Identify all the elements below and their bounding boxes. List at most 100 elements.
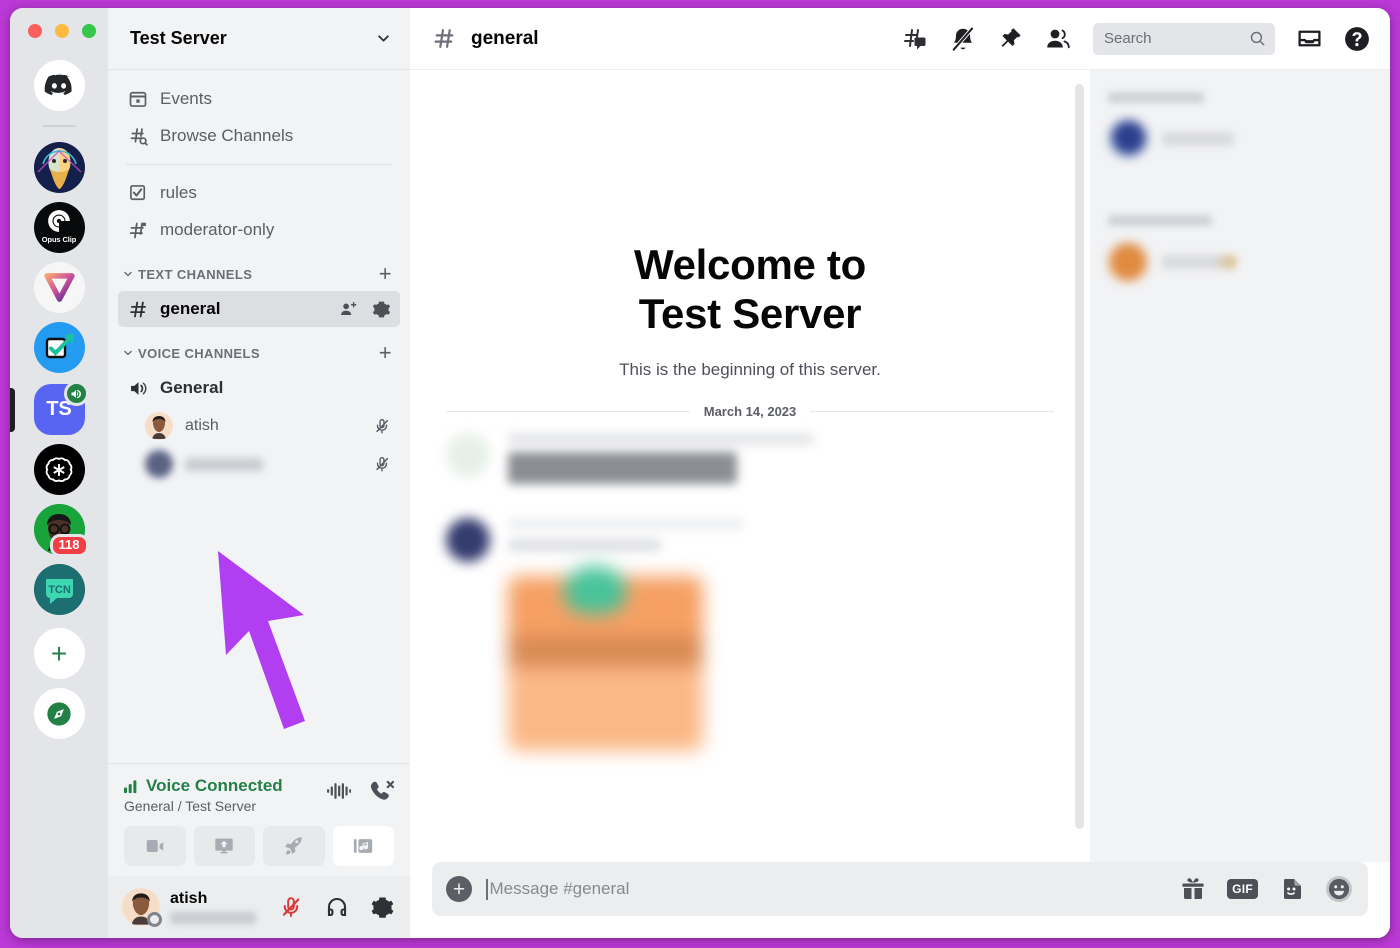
calendar-icon — [127, 88, 149, 110]
noise-suppression-icon[interactable] — [327, 781, 351, 801]
server-rail-item[interactable]: TCN — [10, 564, 108, 615]
server-verge-icon[interactable] — [33, 262, 85, 313]
gif-icon[interactable]: GIF — [1227, 879, 1258, 899]
message-text — [508, 452, 738, 485]
notification-settings-icon[interactable] — [950, 26, 976, 52]
attachment-image[interactable] — [508, 566, 703, 752]
user-area: atish — [108, 876, 410, 938]
screen-share-icon — [213, 835, 235, 857]
pinned-messages-icon[interactable] — [998, 26, 1023, 51]
server-header-dropdown[interactable]: Test Server — [108, 8, 410, 70]
message-placeholder: Message #general — [489, 879, 630, 898]
channel-rules[interactable]: rules — [118, 175, 400, 211]
server-rail-item-test-server[interactable]: TS — [10, 381, 108, 435]
member-name — [1162, 132, 1234, 146]
message-row — [446, 433, 1054, 485]
server-rail-item[interactable] — [10, 444, 108, 495]
server-rail-item-add[interactable]: + — [10, 628, 108, 679]
search-placeholder: Search — [1104, 30, 1152, 47]
server-rail-item[interactable] — [10, 322, 108, 373]
server-art-icon[interactable] — [33, 142, 85, 193]
share-screen-button[interactable] — [193, 826, 255, 866]
server-rail-item-explore[interactable] — [10, 688, 108, 739]
server-rail-item[interactable]: Opus Clip — [10, 202, 108, 253]
unread-badge: 118 — [49, 534, 89, 557]
composer-box[interactable]: + Message #general GIF — [432, 862, 1368, 916]
maximize-window-button[interactable] — [82, 24, 96, 38]
speaker-icon — [127, 377, 149, 399]
category-text-channels[interactable]: TEXT CHANNELS + — [108, 249, 410, 290]
rules-icon — [127, 182, 149, 204]
server-rail-item[interactable] — [10, 60, 108, 111]
help-icon[interactable] — [1344, 26, 1370, 52]
discord-home-icon[interactable] — [33, 60, 85, 111]
close-window-button[interactable] — [28, 24, 42, 38]
voice-member-hidden[interactable] — [136, 446, 400, 482]
status-badge — [147, 912, 162, 927]
date-separator: March 14, 2023 — [446, 404, 1055, 419]
deafen-button[interactable] — [325, 895, 349, 919]
message-scrollbar[interactable] — [1075, 84, 1084, 829]
server-rail-item[interactable] — [10, 142, 108, 193]
show-member-list-icon[interactable] — [1045, 26, 1071, 52]
voice-channel-general[interactable]: General — [118, 370, 400, 406]
voice-member-atish[interactable]: atish — [136, 408, 400, 444]
member-group-header — [1108, 92, 1204, 103]
sidebar-item-browse-channels[interactable]: Browse Channels — [118, 118, 400, 154]
activities-button[interactable] — [263, 826, 325, 866]
channel-sidebar: Test Server Events Browse Channels rules… — [108, 8, 410, 938]
sidebar-divider — [126, 164, 392, 165]
server-opus-clip-icon[interactable]: Opus Clip — [33, 202, 85, 253]
create-text-channel-button[interactable]: + — [379, 263, 392, 285]
search-icon — [1249, 30, 1266, 47]
create-thread-icon[interactable] — [902, 26, 928, 52]
edit-channel-icon[interactable] — [372, 300, 391, 319]
add-server-icon[interactable]: + — [33, 628, 85, 679]
server-avatar-icon[interactable]: 118 — [33, 504, 89, 557]
emoji-icon[interactable] — [1326, 876, 1352, 902]
server-rail-item[interactable] — [10, 262, 108, 313]
server-openai-icon[interactable] — [33, 444, 85, 495]
turn-on-camera-button[interactable] — [124, 826, 186, 866]
chevron-down-icon[interactable] — [375, 30, 392, 47]
create-voice-channel-button[interactable]: + — [379, 342, 392, 364]
avatar — [1108, 119, 1148, 159]
upload-file-button[interactable]: + — [446, 876, 472, 902]
channel-general[interactable]: general — [118, 291, 400, 327]
user-settings-button[interactable] — [371, 896, 394, 919]
member-list-item[interactable] — [1108, 119, 1372, 159]
mute-microphone-button[interactable] — [279, 895, 303, 919]
channel-label: General — [160, 378, 224, 397]
soundboard-button[interactable] — [332, 826, 394, 866]
minimize-window-button[interactable] — [55, 24, 69, 38]
disconnect-call-icon[interactable] — [369, 780, 394, 802]
category-voice-channels[interactable]: VOICE CHANNELS + — [108, 328, 410, 369]
browse-channels-icon — [127, 125, 149, 147]
text-caret — [486, 878, 488, 900]
message-list: Welcome to Test Server This is the begin… — [410, 70, 1090, 862]
voice-connected-panel: Voice Connected General / Test Server — [108, 763, 410, 876]
soundboard-icon — [352, 835, 374, 857]
avatar[interactable] — [122, 888, 162, 927]
inbox-icon[interactable] — [1297, 26, 1322, 51]
channel-moderator-only[interactable]: moderator-only — [118, 212, 400, 248]
voice-status: Voice Connected — [124, 776, 283, 796]
gift-icon[interactable] — [1181, 877, 1205, 901]
voice-connected-badge — [63, 381, 89, 406]
sidebar-item-events[interactable]: Events — [118, 81, 400, 117]
category-label: TEXT CHANNELS — [138, 266, 253, 282]
message-row — [446, 518, 1054, 563]
message-input[interactable]: Message #general — [486, 878, 1167, 900]
create-invite-icon[interactable] — [339, 300, 358, 319]
server-test-server-icon[interactable]: TS — [33, 381, 89, 435]
compass-icon[interactable] — [33, 688, 85, 739]
server-checkmark-icon[interactable] — [33, 322, 85, 373]
mic-muted-icon — [373, 455, 391, 473]
chevron-down-icon[interactable] — [122, 347, 134, 359]
chevron-down-icon[interactable] — [122, 268, 134, 280]
server-rail-item[interactable]: 118 — [10, 504, 108, 557]
search-input[interactable]: Search — [1093, 22, 1275, 55]
server-tcn-icon[interactable]: TCN — [33, 564, 85, 615]
member-list-item[interactable] — [1108, 242, 1372, 282]
sticker-icon[interactable] — [1280, 877, 1304, 901]
